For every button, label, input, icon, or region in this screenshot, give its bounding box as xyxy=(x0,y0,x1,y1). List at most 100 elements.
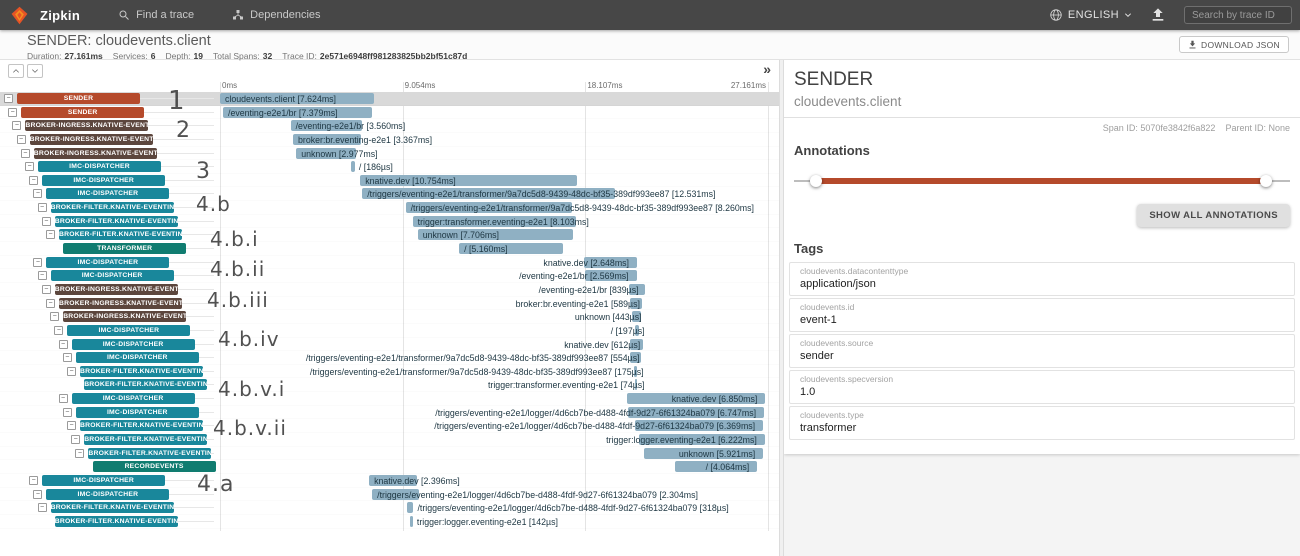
zipkin-logo-icon[interactable] xyxy=(10,6,29,25)
span-row[interactable]: −BROKER-INGRESS.KNATIVE-EVENTING/eventin… xyxy=(0,283,779,297)
slider-handle-right[interactable] xyxy=(1260,175,1272,187)
expand-all-button[interactable] xyxy=(27,64,43,78)
collapse-span-toggle[interactable]: − xyxy=(38,203,47,212)
service-pill[interactable]: BROKER-INGRESS.KNATIVE-EVENTING xyxy=(63,311,186,322)
collapse-span-toggle[interactable]: − xyxy=(38,271,47,280)
language-selector[interactable]: ENGLISH xyxy=(1049,8,1132,22)
service-pill[interactable]: IMC-DISPATCHER xyxy=(46,188,169,199)
service-pill[interactable]: IMC-DISPATCHER xyxy=(76,407,199,418)
span-row[interactable]: −IMC-DISPATCHER/ [197µs] xyxy=(0,324,779,338)
service-pill[interactable]: BROKER-FILTER.KNATIVE-EVENTING xyxy=(51,502,174,513)
service-pill[interactable]: IMC-DISPATCHER xyxy=(38,161,161,172)
span-row[interactable]: −BROKER-INGRESS.KNATIVE-EVENTINGbroker:b… xyxy=(0,133,779,147)
collapse-span-toggle[interactable]: − xyxy=(8,108,17,117)
collapse-span-toggle[interactable]: − xyxy=(59,394,68,403)
collapse-span-toggle[interactable]: − xyxy=(17,135,26,144)
collapse-span-toggle[interactable]: − xyxy=(46,299,55,308)
service-pill[interactable]: BROKER-INGRESS.KNATIVE-EVENTING xyxy=(34,148,157,159)
collapse-span-toggle[interactable]: − xyxy=(54,326,63,335)
collapse-span-toggle[interactable]: − xyxy=(63,408,72,417)
span-row[interactable]: −IMC-DISPATCHER/triggers/eventing-e2e1/t… xyxy=(0,187,779,201)
span-row[interactable]: −BROKER-FILTER.KNATIVE-EVENTINGunknown [… xyxy=(0,228,779,242)
span-bar[interactable] xyxy=(410,516,413,527)
span-row[interactable]: −BROKER-FILTER.KNATIVE-EVENTING/triggers… xyxy=(0,365,779,379)
span-row[interactable]: −BROKER-FILTER.KNATIVE-EVENTING/triggers… xyxy=(0,501,779,515)
collapse-span-toggle[interactable]: − xyxy=(71,435,80,444)
nav-find-a-trace[interactable]: Find a trace xyxy=(118,9,194,21)
service-pill[interactable]: SENDER xyxy=(17,93,140,104)
service-pill[interactable]: BROKER-FILTER.KNATIVE-EVENTING xyxy=(84,379,207,390)
service-pill[interactable]: IMC-DISPATCHER xyxy=(46,257,169,268)
span-row[interactable]: BROKER-FILTER.KNATIVE-EVENTINGtrigger:tr… xyxy=(0,378,779,392)
collapse-span-toggle[interactable]: − xyxy=(67,421,76,430)
service-pill[interactable]: BROKER-FILTER.KNATIVE-EVENTING xyxy=(51,202,174,213)
service-pill[interactable]: IMC-DISPATCHER xyxy=(42,175,165,186)
span-row[interactable]: −SENDERcloudevents.client [7.624ms] xyxy=(0,92,779,106)
service-pill[interactable]: BROKER-FILTER.KNATIVE-EVENTING xyxy=(84,434,207,445)
search-by-trace-id-input[interactable] xyxy=(1184,6,1292,24)
span-row[interactable]: −SENDER/eventing-e2e1/br [7.379ms] xyxy=(0,106,779,120)
upload-trace-button[interactable] xyxy=(1150,7,1166,23)
collapse-span-toggle[interactable]: − xyxy=(42,217,51,226)
service-pill[interactable]: BROKER-INGRESS.KNATIVE-EVENTING xyxy=(59,298,182,309)
span-row[interactable]: RECORDEVENTS/ [4.064ms] xyxy=(0,460,779,474)
service-pill[interactable]: BROKER-FILTER.KNATIVE-EVENTING xyxy=(55,516,178,527)
collapse-span-toggle[interactable]: − xyxy=(33,490,42,499)
collapse-span-toggle[interactable]: − xyxy=(67,367,76,376)
service-pill[interactable]: IMC-DISPATCHER xyxy=(42,475,165,486)
show-all-annotations-button[interactable]: SHOW ALL ANNOTATIONS xyxy=(1137,204,1290,227)
span-row[interactable]: −BROKER-FILTER.KNATIVE-EVENTINGtrigger:l… xyxy=(0,433,779,447)
collapse-span-toggle[interactable]: − xyxy=(59,340,68,349)
span-row[interactable]: −BROKER-FILTER.KNATIVE-EVENTINGunknown [… xyxy=(0,447,779,461)
collapse-panel-button[interactable]: » xyxy=(763,61,771,77)
span-row[interactable]: TRANSFORMER/ [5.160ms] xyxy=(0,242,779,256)
service-pill[interactable]: BROKER-FILTER.KNATIVE-EVENTING xyxy=(88,448,211,459)
service-pill[interactable]: BROKER-INGRESS.KNATIVE-EVENTING xyxy=(30,134,153,145)
collapse-span-toggle[interactable]: − xyxy=(75,449,84,458)
service-pill[interactable]: TRANSFORMER xyxy=(63,243,186,254)
span-row[interactable]: −BROKER-INGRESS.KNATIVE-EVENTING/eventin… xyxy=(0,119,779,133)
slider-handle-left[interactable] xyxy=(810,175,822,187)
collapse-span-toggle[interactable]: − xyxy=(38,503,47,512)
collapse-span-toggle[interactable]: − xyxy=(21,149,30,158)
service-pill[interactable]: BROKER-FILTER.KNATIVE-EVENTING xyxy=(80,420,203,431)
collapse-span-toggle[interactable]: − xyxy=(29,476,38,485)
service-pill[interactable]: BROKER-INGRESS.KNATIVE-EVENTING xyxy=(25,120,148,131)
slider-range[interactable] xyxy=(816,178,1266,184)
span-row[interactable]: −BROKER-INGRESS.KNATIVE-EVENTINGunknown … xyxy=(0,310,779,324)
nav-dependencies[interactable]: Dependencies xyxy=(232,9,320,21)
collapse-span-toggle[interactable]: − xyxy=(12,121,21,130)
service-pill[interactable]: IMC-DISPATCHER xyxy=(72,393,195,404)
collapse-span-toggle[interactable]: − xyxy=(25,162,34,171)
service-pill[interactable]: BROKER-FILTER.KNATIVE-EVENTING xyxy=(55,216,178,227)
service-pill[interactable]: BROKER-INGRESS.KNATIVE-EVENTING xyxy=(55,284,178,295)
service-pill[interactable]: BROKER-FILTER.KNATIVE-EVENTING xyxy=(80,366,203,377)
download-json-button[interactable]: DOWNLOAD JSON xyxy=(1179,36,1289,53)
span-row[interactable]: −IMC-DISPATCHERknative.dev [2.396ms] xyxy=(0,474,779,488)
span-row[interactable]: −BROKER-FILTER.KNATIVE-EVENTING/triggers… xyxy=(0,419,779,433)
collapse-span-toggle[interactable]: − xyxy=(29,176,38,185)
collapse-span-toggle[interactable]: − xyxy=(46,230,55,239)
span-row[interactable]: −BROKER-FILTER.KNATIVE-EVENTING/triggers… xyxy=(0,201,779,215)
collapse-span-toggle[interactable]: − xyxy=(50,312,59,321)
collapse-span-toggle[interactable]: − xyxy=(33,258,42,267)
span-row[interactable]: −IMC-DISPATCHER/ [186µs] xyxy=(0,160,779,174)
collapse-span-toggle[interactable]: − xyxy=(63,353,72,362)
span-bar[interactable] xyxy=(351,161,355,172)
span-row[interactable]: −IMC-DISPATCHERknative.dev [10.754ms] xyxy=(0,174,779,188)
span-row[interactable]: −IMC-DISPATCHER/eventing-e2e1/br [2.569m… xyxy=(0,269,779,283)
span-row[interactable]: −IMC-DISPATCHER/triggers/eventing-e2e1/l… xyxy=(0,488,779,502)
span-row[interactable]: −IMC-DISPATCHER/triggers/eventing-e2e1/t… xyxy=(0,351,779,365)
collapse-span-toggle[interactable]: − xyxy=(42,285,51,294)
service-pill[interactable]: IMC-DISPATCHER xyxy=(51,270,174,281)
span-row[interactable]: −IMC-DISPATCHERknative.dev [612µs] xyxy=(0,338,779,352)
collapse-span-toggle[interactable]: − xyxy=(4,94,13,103)
service-pill[interactable]: BROKER-FILTER.KNATIVE-EVENTING xyxy=(59,229,182,240)
service-pill[interactable]: IMC-DISPATCHER xyxy=(67,325,190,336)
service-pill[interactable]: SENDER xyxy=(21,107,144,118)
span-row[interactable]: −BROKER-INGRESS.KNATIVE-EVENTINGbroker:b… xyxy=(0,297,779,311)
service-pill[interactable]: IMC-DISPATCHER xyxy=(46,489,169,500)
service-pill[interactable]: IMC-DISPATCHER xyxy=(76,352,199,363)
collapse-span-toggle[interactable]: − xyxy=(33,189,42,198)
service-pill[interactable]: RECORDEVENTS xyxy=(93,461,216,472)
